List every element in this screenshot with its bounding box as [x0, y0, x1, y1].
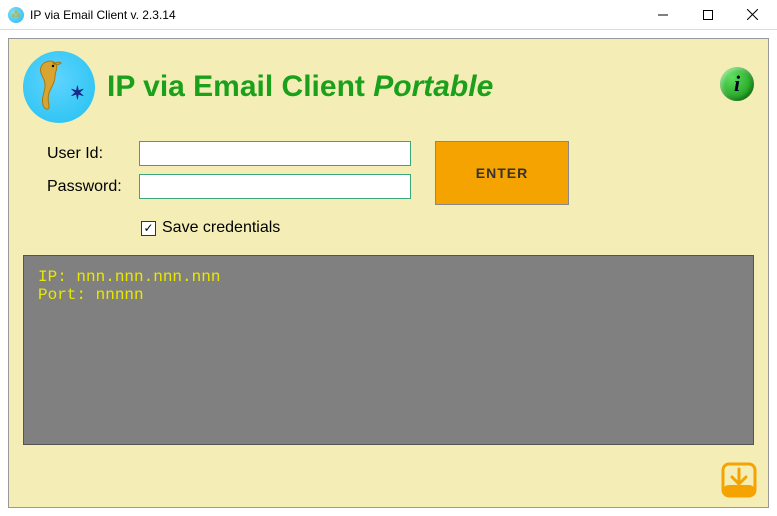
header: ✶ IP via Email Client Portable	[23, 51, 754, 123]
output-console: IP: nnn.nnn.nnn.nnn Port: nnnnn	[23, 255, 754, 445]
window-title: IP via Email Client v. 2.3.14	[30, 8, 640, 22]
app-variant: Portable	[373, 70, 493, 103]
enter-button[interactable]: ENTER	[435, 141, 569, 205]
console-line-port: Port: nnnnn	[38, 286, 144, 304]
star-icon: ✶	[70, 83, 85, 104]
password-input[interactable]	[139, 174, 411, 199]
close-button[interactable]	[730, 1, 775, 29]
user-id-label: User Id:	[47, 145, 139, 163]
app-logo: ✶	[23, 51, 95, 123]
window-controls	[640, 1, 775, 29]
password-label: Password:	[47, 178, 139, 196]
main-panel: ✶ IP via Email Client Portable i User Id…	[8, 38, 769, 508]
maximize-button[interactable]	[685, 1, 730, 29]
save-credentials-checkbox[interactable]: ✓	[141, 221, 156, 236]
seahorse-icon	[33, 57, 69, 115]
user-id-input[interactable]	[139, 141, 411, 166]
minimize-button[interactable]	[640, 1, 685, 29]
app-icon-small: ⁂	[8, 7, 24, 23]
app-name: IP via Email Client	[107, 70, 365, 103]
info-icon[interactable]: i	[720, 67, 754, 101]
client-area: ✶ IP via Email Client Portable i User Id…	[0, 30, 777, 516]
app-title: IP via Email Client Portable	[107, 70, 493, 104]
titlebar: ⁂ IP via Email Client v. 2.3.14	[0, 0, 777, 30]
download-icon[interactable]	[720, 461, 758, 499]
save-credentials-label: Save credentials	[162, 219, 280, 237]
save-credentials-row: ✓ Save credentials	[141, 219, 754, 237]
console-line-ip: IP: nnn.nnn.nnn.nnn	[38, 268, 220, 286]
login-form: User Id: Password: ENTER	[47, 141, 754, 205]
